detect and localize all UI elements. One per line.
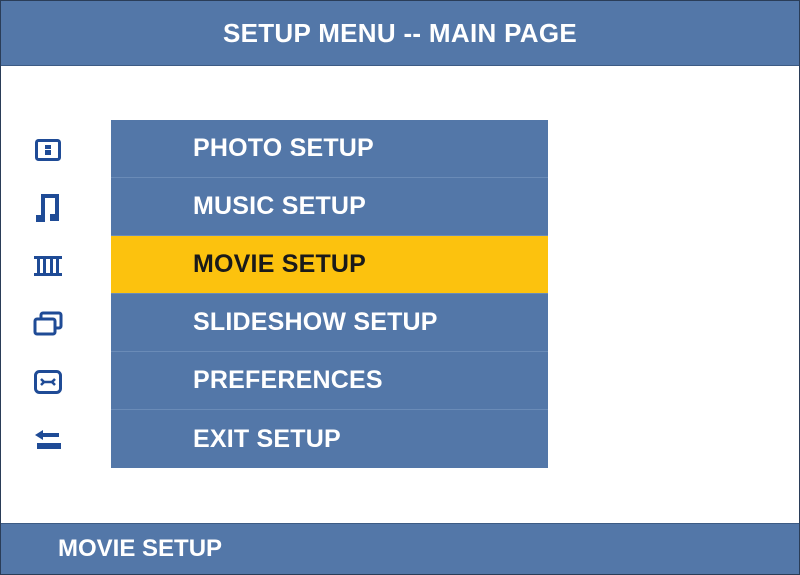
film-strip-icon[interactable]: [23, 237, 73, 295]
status-text: MOVIE SETUP: [58, 535, 223, 562]
wrench-icon[interactable]: [23, 353, 73, 411]
page-title: SETUP MENU -- MAIN PAGE: [1, 1, 799, 66]
photo-icon[interactable]: [23, 121, 73, 179]
slideshow-icon[interactable]: [23, 295, 73, 353]
menu-item-preferences[interactable]: PREFERENCES: [111, 352, 548, 410]
music-note-icon[interactable]: [23, 179, 73, 237]
status-bar: MOVIE SETUP: [1, 523, 799, 574]
setup-menu: PHOTO SETUP MUSIC SETUP MOVIE SETUP SLID…: [111, 120, 548, 468]
menu-item-slideshow-setup[interactable]: SLIDESHOW SETUP: [111, 294, 548, 352]
menu-item-photo-setup[interactable]: PHOTO SETUP: [111, 120, 548, 178]
menu-item-exit-setup[interactable]: EXIT SETUP: [111, 410, 548, 468]
exit-arrow-icon[interactable]: [23, 411, 73, 469]
menu-item-music-setup[interactable]: MUSIC SETUP: [111, 178, 548, 236]
icon-column: [23, 121, 73, 469]
setup-screen: SETUP MENU -- MAIN PAGE PHOTO SETUP MUSI…: [0, 0, 800, 575]
menu-item-movie-setup[interactable]: MOVIE SETUP: [111, 236, 548, 294]
